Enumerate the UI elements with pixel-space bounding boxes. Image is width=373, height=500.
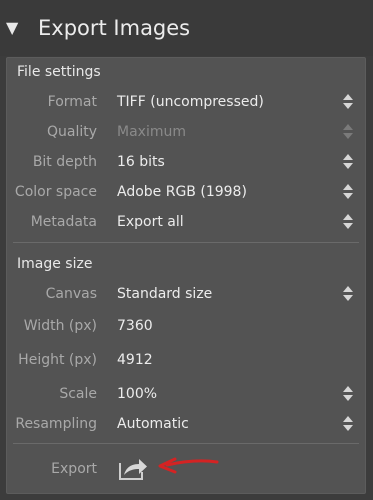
height-field[interactable]: 4912 — [117, 350, 153, 370]
width-label: Width (px) — [23, 318, 97, 334]
bit-depth-value[interactable]: 16 bits — [117, 152, 165, 172]
red-arrow-annotation — [158, 457, 219, 474]
metadata-row[interactable]: Metadata Export all — [7, 207, 365, 237]
export-label: Export — [51, 461, 97, 477]
resampling-value[interactable]: Automatic — [117, 414, 189, 434]
color-space-label: Color space — [14, 184, 97, 200]
export-settings-panel: File settings Format TIFF (uncompressed)… — [6, 57, 366, 494]
canvas-row[interactable]: Canvas Standard size — [7, 279, 365, 309]
triangle-down-icon[interactable]: ▼ — [6, 18, 18, 38]
format-value[interactable]: TIFF (uncompressed) — [117, 92, 264, 112]
section-divider — [13, 242, 359, 243]
format-label: Format — [47, 94, 97, 110]
panel-header[interactable]: ▼ Export Images — [0, 0, 373, 56]
scale-label: Scale — [59, 386, 97, 402]
resampling-row[interactable]: Resampling Automatic — [7, 409, 365, 439]
color-space-row[interactable]: Color space Adobe RGB (1998) — [7, 177, 365, 207]
canvas-stepper-icon[interactable] — [343, 286, 355, 302]
image-size-title: Image size — [17, 256, 93, 272]
resampling-stepper-icon[interactable] — [343, 416, 355, 432]
quality-value: Maximum — [117, 124, 186, 140]
metadata-stepper-icon[interactable] — [343, 214, 355, 230]
scale-stepper-icon[interactable] — [343, 386, 355, 402]
width-row[interactable]: Width (px) 7360 — [7, 311, 365, 341]
format-stepper-icon[interactable] — [343, 94, 355, 110]
canvas-label: Canvas — [45, 286, 97, 302]
metadata-value[interactable]: Export all — [117, 212, 184, 232]
metadata-label: Metadata — [30, 214, 97, 230]
scale-value[interactable]: 100% — [117, 384, 157, 404]
quality-row: Quality Maximum — [7, 117, 365, 147]
bit-depth-label: Bit depth — [32, 154, 97, 170]
resampling-label: Resampling — [15, 416, 97, 432]
export-divider — [13, 443, 359, 444]
canvas-value[interactable]: Standard size — [117, 284, 212, 304]
bit-depth-row[interactable]: Bit depth 16 bits — [7, 147, 365, 177]
format-row[interactable]: Format TIFF (uncompressed) — [7, 87, 365, 117]
bit-depth-stepper-icon[interactable] — [343, 154, 355, 170]
panel-title: Export Images — [38, 16, 191, 40]
quality-label: Quality — [46, 124, 97, 140]
export-share-icon[interactable] — [117, 454, 149, 482]
height-row[interactable]: Height (px) 4912 — [7, 345, 365, 375]
color-space-stepper-icon[interactable] — [343, 184, 355, 200]
scale-row[interactable]: Scale 100% — [7, 379, 365, 409]
color-space-value[interactable]: Adobe RGB (1998) — [117, 182, 247, 202]
height-label: Height (px) — [18, 352, 97, 368]
width-field[interactable]: 7360 — [117, 316, 153, 336]
file-settings-title: File settings — [17, 64, 101, 80]
quality-stepper-icon — [343, 124, 355, 140]
